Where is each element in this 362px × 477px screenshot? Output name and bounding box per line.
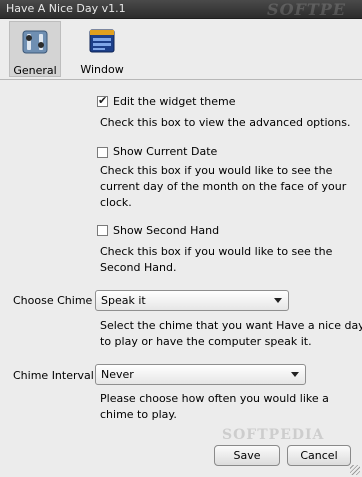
switches-icon (22, 30, 48, 54)
preferences-toolbar: General Window (0, 19, 362, 80)
chime-interval-help-line1: Please choose how often you would like a (100, 392, 329, 405)
chime-label: Choose Chime (13, 294, 93, 307)
chime-interval-label: Chime Interval: (13, 369, 98, 382)
chevron-down-icon (274, 298, 282, 303)
second-hand-help-line1: Check this box if you would like to see … (100, 245, 333, 258)
chime-help-line1: Select the chime that you want Have a ni… (100, 319, 362, 332)
current-date-help-line2: current day of the month on the face of … (100, 180, 347, 193)
checkmark-icon: ✔ (98, 94, 108, 107)
footer-watermark: SOFTPEDIA (222, 427, 325, 443)
tab-general[interactable]: General (9, 21, 61, 77)
window-icon (89, 29, 115, 53)
second-hand-help-line2: Second Hand. (100, 261, 177, 274)
title-bar: Have A Nice Day v1.1 SOFTPE (0, 0, 362, 19)
widget-theme-help: Check this box to view the advanced opti… (100, 116, 351, 129)
save-button[interactable]: Save (214, 445, 280, 466)
chime-help-line2: to play or have the computer speak it. (100, 335, 312, 348)
chevron-down-icon (291, 372, 299, 377)
tab-window[interactable]: Window (74, 21, 130, 77)
second-hand-checkbox[interactable] (97, 225, 108, 236)
chime-interval-select[interactable]: Never (95, 364, 306, 385)
chime-interval-help-line2: chime to play. (100, 408, 177, 421)
second-hand-label: Show Second Hand (113, 224, 220, 237)
window-title: Have A Nice Day v1.1 (6, 2, 126, 15)
chime-select[interactable]: Speak it (95, 290, 289, 311)
tab-window-label: Window (80, 63, 124, 76)
resize-grip[interactable] (350, 465, 360, 475)
chime-select-value: Speak it (101, 294, 146, 307)
current-date-help-line3: clock. (100, 196, 132, 209)
tab-general-label: General (13, 64, 57, 77)
cancel-button[interactable]: Cancel (287, 445, 351, 466)
watermark-text: SOFTPE (267, 0, 346, 19)
chime-interval-select-value: Never (101, 368, 134, 381)
widget-theme-checkbox[interactable]: ✔ (97, 94, 108, 107)
current-date-help-line1: Check this box if you would like to see … (100, 164, 333, 177)
current-date-label: Show Current Date (113, 145, 218, 158)
current-date-checkbox[interactable] (97, 147, 108, 158)
widget-theme-label: Edit the widget theme (113, 95, 236, 108)
